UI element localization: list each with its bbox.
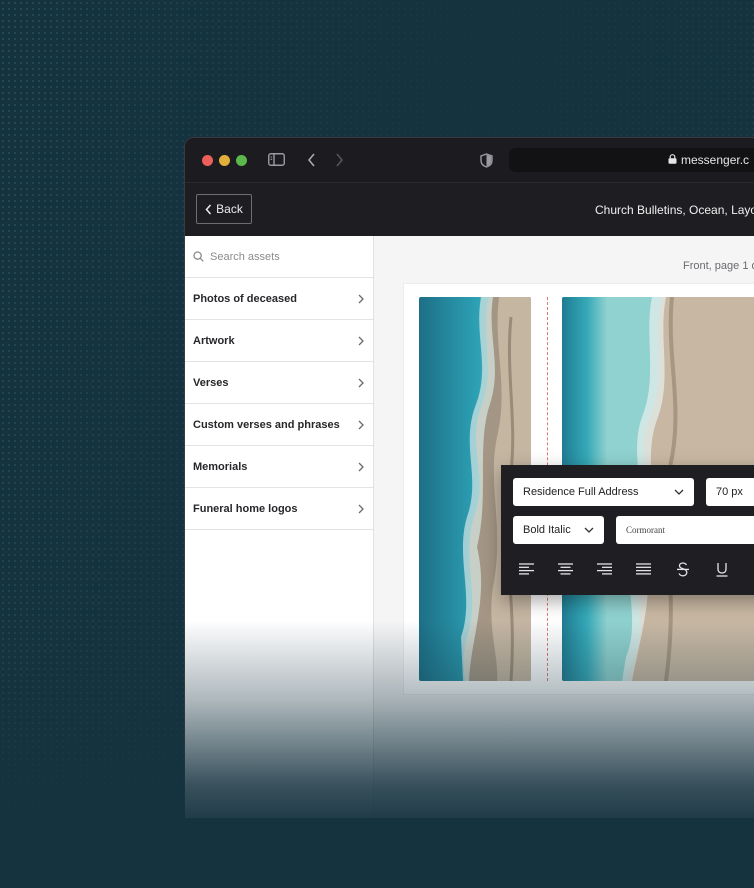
sidebar-item-label: Custom verses and phrases [193, 418, 340, 431]
address-bar[interactable]: messenger.c [509, 148, 754, 172]
nav-back-icon[interactable] [307, 153, 316, 172]
font-style-select[interactable]: Bold Italic [513, 516, 604, 544]
sidebar-item-photos-of-deceased[interactable]: Photos of deceased [185, 278, 373, 320]
sidebar-item-label: Photos of deceased [193, 292, 297, 305]
font-family-value: Cormorant [626, 525, 665, 535]
bottom-fade-overlay [0, 620, 754, 888]
app-header: Back Church Bulletins, Ocean, Layout [185, 182, 754, 237]
back-button[interactable]: Back [196, 194, 252, 224]
back-button-label: Back [216, 202, 243, 216]
chevron-right-icon [358, 420, 364, 429]
browser-titlebar: messenger.c [185, 138, 754, 182]
font-family-select[interactable]: Cormorant [616, 516, 754, 544]
lock-icon [668, 154, 677, 164]
chevron-down-icon [674, 489, 684, 495]
maximize-window-button[interactable] [236, 155, 247, 166]
chevron-right-icon [358, 462, 364, 471]
sidebar-item-label: Artwork [193, 334, 235, 347]
chevron-right-icon [358, 336, 364, 345]
sidebar-toggle-icon[interactable] [268, 153, 285, 171]
underline-icon[interactable] [711, 559, 733, 579]
page-indicator: Front, page 1 o [683, 260, 754, 272]
sidebar-item-funeral-home-logos[interactable]: Funeral home logos [185, 488, 373, 530]
align-right-icon[interactable] [593, 559, 615, 579]
sidebar-item-verses[interactable]: Verses [185, 362, 373, 404]
chevron-down-icon [584, 527, 594, 533]
field-select[interactable]: Residence Full Address [513, 478, 694, 506]
align-justify-icon[interactable] [632, 559, 654, 579]
close-window-button[interactable] [202, 155, 213, 166]
align-center-icon[interactable] [554, 559, 576, 579]
shield-icon[interactable] [480, 153, 493, 173]
sidebar-item-artwork[interactable]: Artwork [185, 320, 373, 362]
chevron-left-icon [205, 204, 212, 214]
nav-forward-icon[interactable] [335, 153, 344, 172]
sidebar-item-label: Memorials [193, 460, 248, 473]
search-assets-input[interactable]: Search assets [185, 236, 373, 278]
field-select-value: Residence Full Address [523, 486, 639, 498]
search-placeholder: Search assets [210, 250, 280, 263]
search-icon [193, 251, 204, 262]
text-format-toolbar: Residence Full Address 70 px Bold Italic… [501, 465, 754, 595]
chevron-right-icon [358, 504, 364, 513]
align-left-icon[interactable] [515, 559, 537, 579]
font-size-input[interactable]: 70 px [706, 478, 754, 506]
document-title: Church Bulletins, Ocean, Layout [595, 203, 754, 217]
strikethrough-icon[interactable] [672, 559, 694, 579]
url-text: messenger.c [681, 153, 750, 167]
chevron-right-icon [358, 294, 364, 303]
font-size-value: 70 px [716, 486, 743, 498]
sidebar-item-memorials[interactable]: Memorials [185, 446, 373, 488]
sidebar-item-label: Funeral home logos [193, 502, 298, 515]
chevron-right-icon [358, 378, 364, 387]
sidebar-item-custom-verses[interactable]: Custom verses and phrases [185, 404, 373, 446]
minimize-window-button[interactable] [219, 155, 230, 166]
sidebar-item-label: Verses [193, 376, 229, 389]
font-style-value: Bold Italic [523, 524, 571, 536]
